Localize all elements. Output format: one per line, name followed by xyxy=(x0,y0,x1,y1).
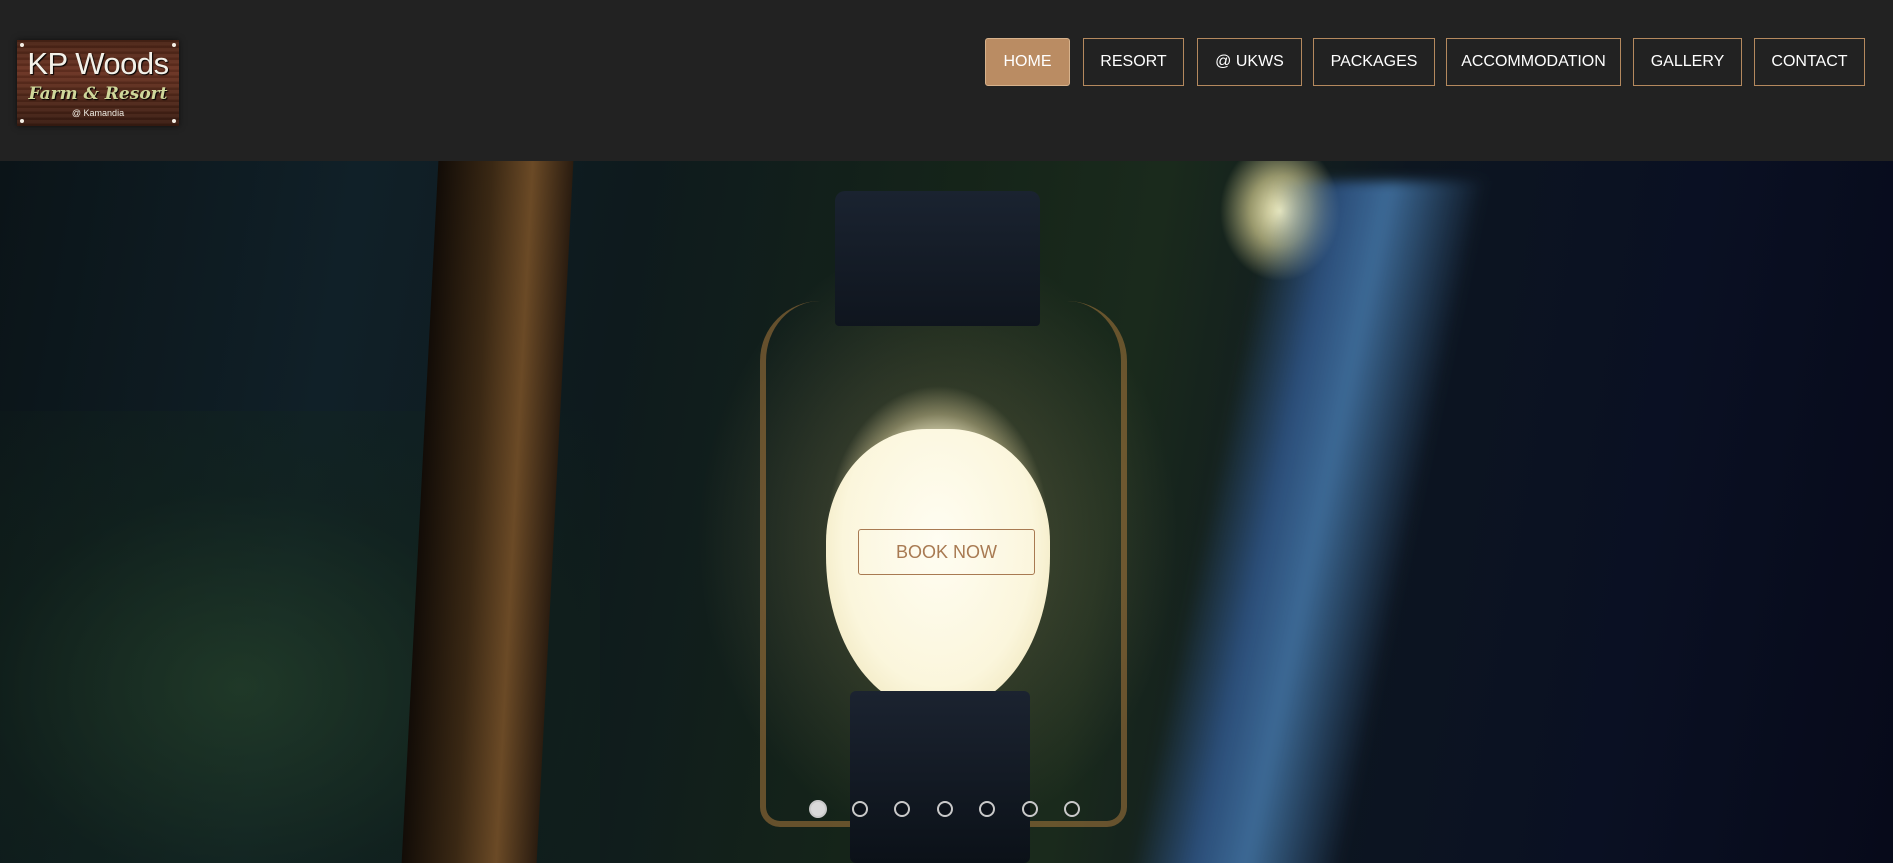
logo-title: KP Woods xyxy=(27,46,169,81)
site-header: KP Woods Farm & Resort @ Kamandia HOME R… xyxy=(0,0,1893,161)
nav-item-accommodation[interactable]: ACCOMMODATION xyxy=(1446,38,1621,86)
slide-dot-6[interactable] xyxy=(1022,801,1038,817)
slider-pagination xyxy=(809,800,1089,821)
slide-dot-7[interactable] xyxy=(1064,801,1080,817)
book-now-button[interactable]: BOOK NOW xyxy=(858,529,1035,575)
nav-item-home[interactable]: HOME xyxy=(985,38,1070,86)
slide-dot-2[interactable] xyxy=(852,801,868,817)
slide-dot-3[interactable] xyxy=(894,801,910,817)
nav-item-ukws[interactable]: @ UKWS xyxy=(1197,38,1302,86)
site-logo[interactable]: KP Woods Farm & Resort @ Kamandia xyxy=(17,40,179,126)
lantern-base xyxy=(850,691,1030,863)
nav-item-packages[interactable]: PACKAGES xyxy=(1313,38,1435,86)
hero-light-stripe xyxy=(1123,181,1487,863)
logo-nail xyxy=(20,119,24,123)
logo-nail xyxy=(172,119,176,123)
nav-item-gallery[interactable]: GALLERY xyxy=(1633,38,1742,86)
slide-dot-1[interactable] xyxy=(809,800,827,818)
logo-location: @ Kamandia xyxy=(71,108,125,118)
nav-item-contact[interactable]: CONTACT xyxy=(1754,38,1865,86)
slide-dot-4[interactable] xyxy=(937,801,953,817)
logo-subtitle: Farm & Resort xyxy=(28,84,168,104)
slide-dot-5[interactable] xyxy=(979,801,995,817)
nav-item-resort[interactable]: RESORT xyxy=(1083,38,1184,86)
hero-slider: BOOK NOW xyxy=(0,161,1893,863)
